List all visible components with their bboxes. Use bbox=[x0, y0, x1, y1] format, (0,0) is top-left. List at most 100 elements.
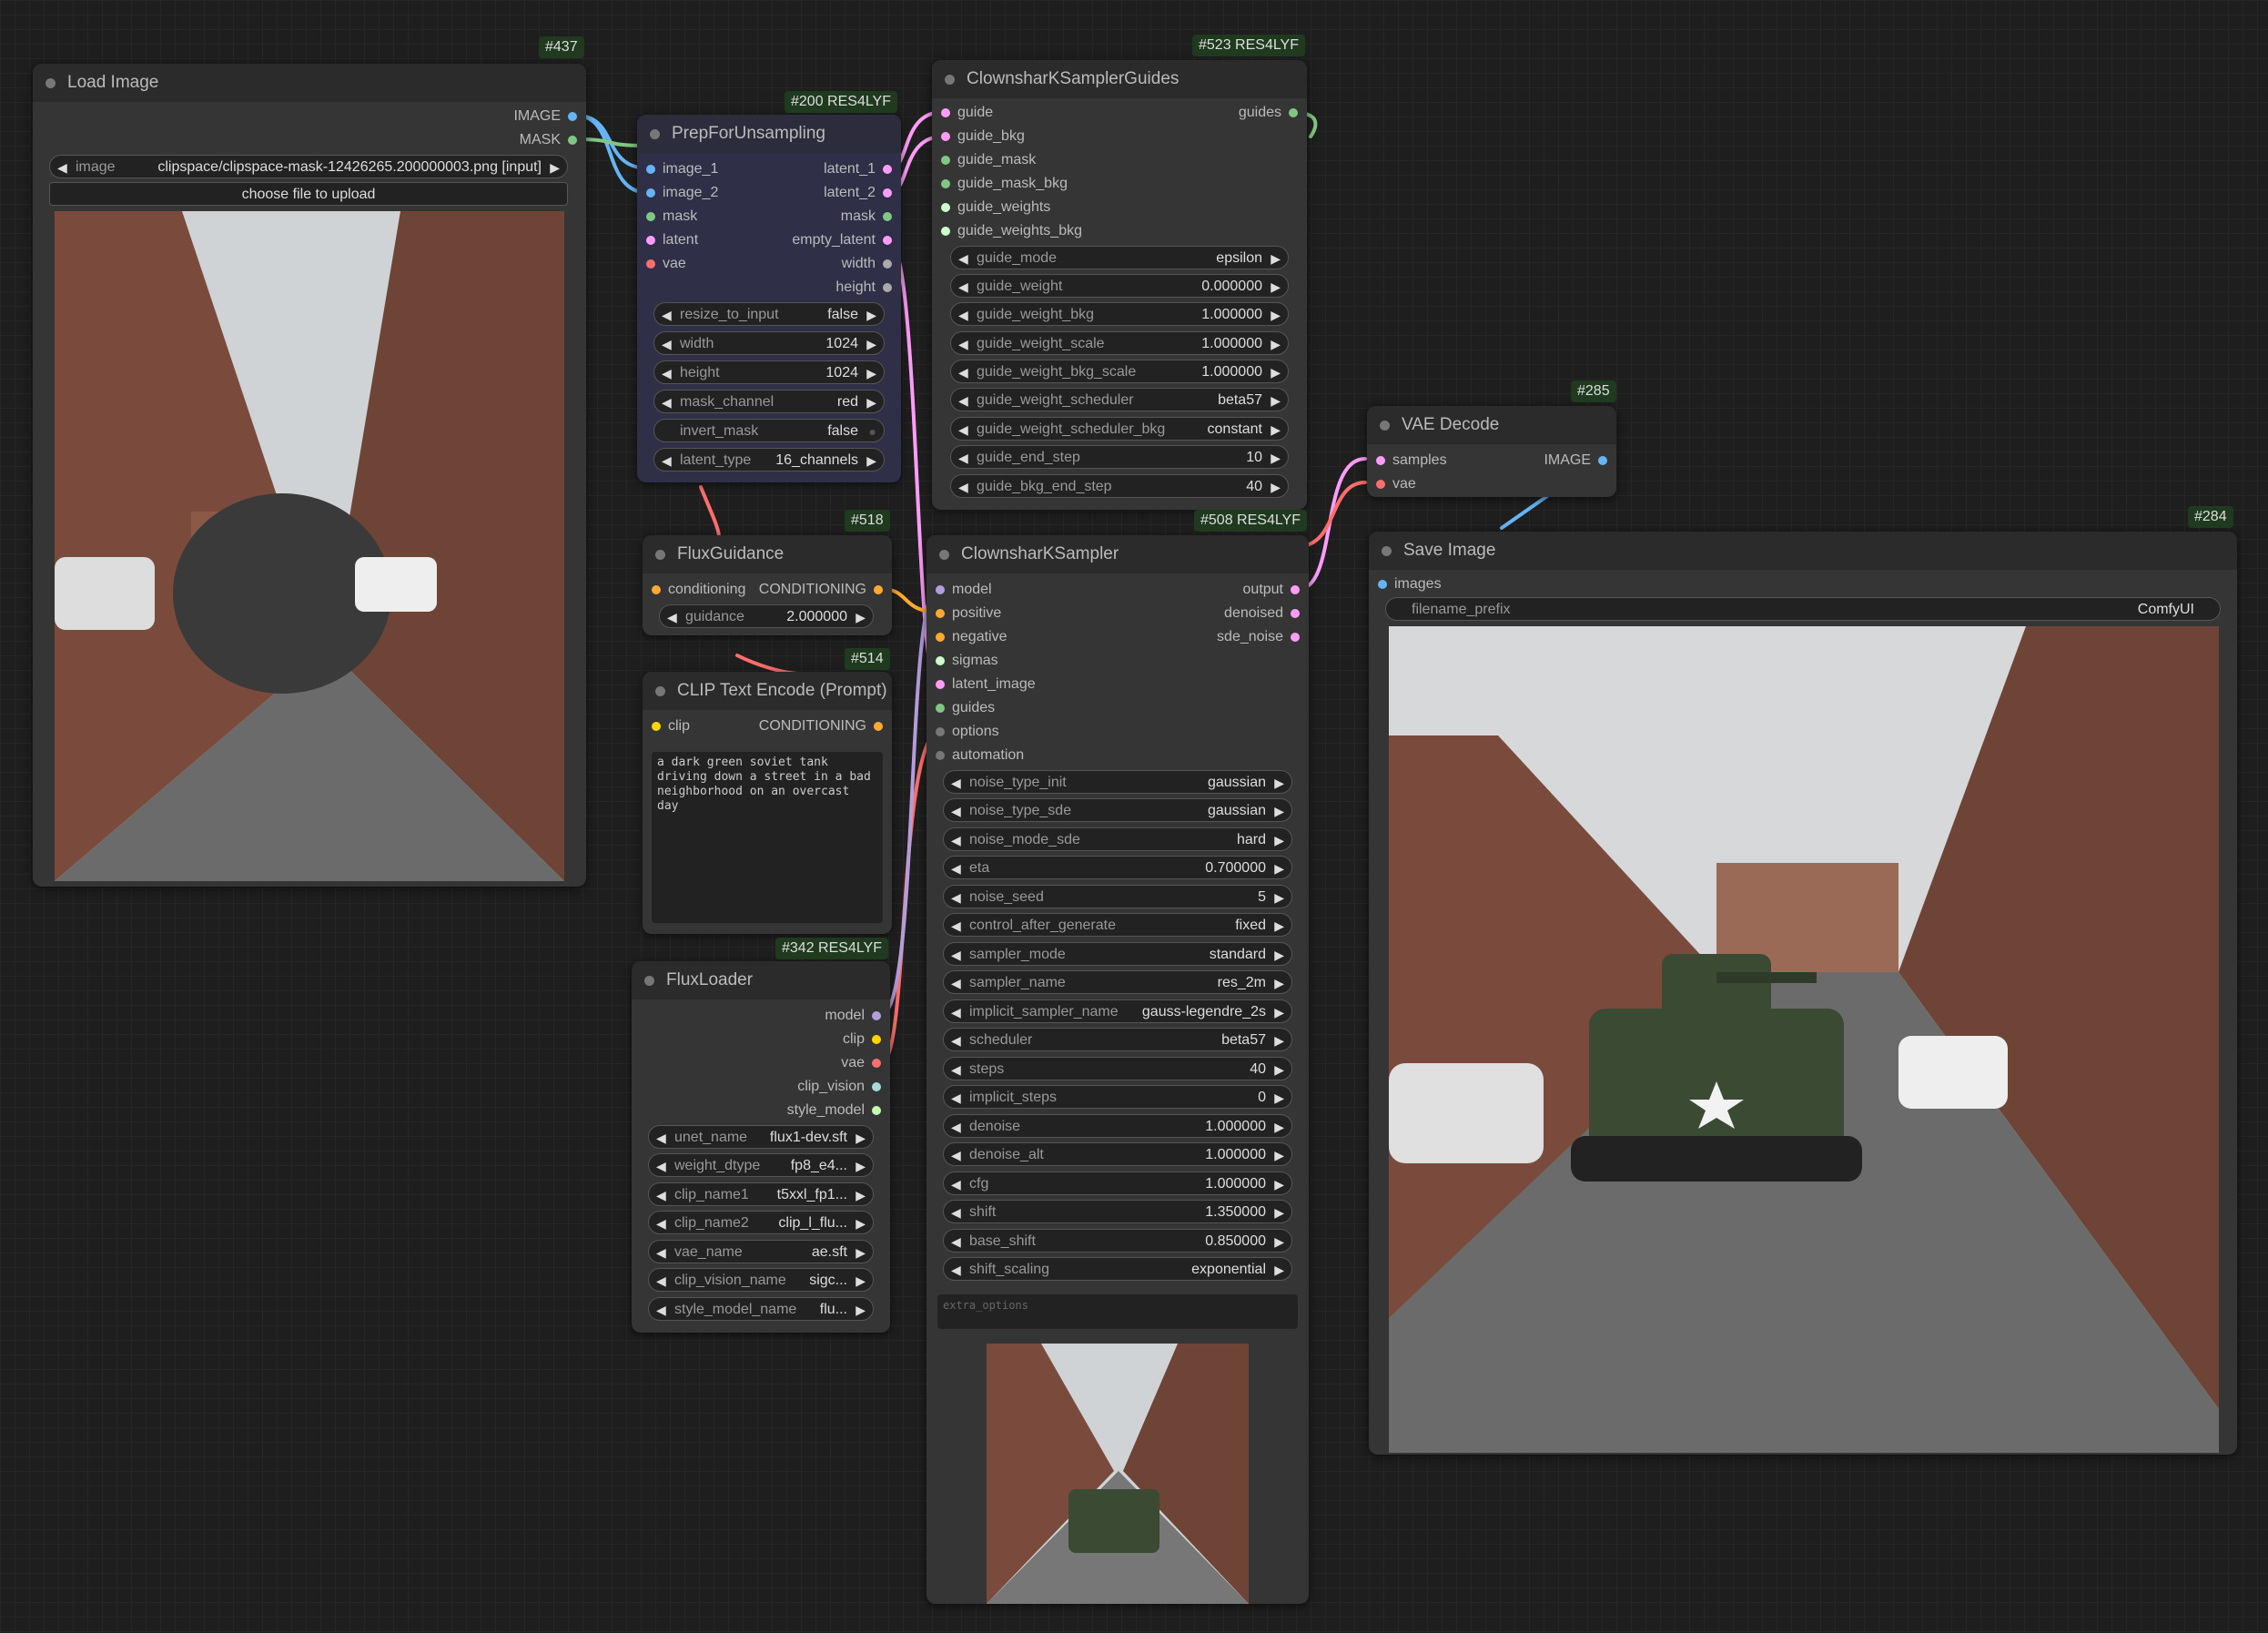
arrow-right-icon[interactable]: ▶ bbox=[1271, 332, 1281, 356]
arrow-left-icon[interactable]: ◀ bbox=[951, 914, 961, 938]
arrow-right-icon[interactable]: ▶ bbox=[1271, 275, 1281, 299]
arrow-right-icon[interactable]: ▶ bbox=[856, 1241, 866, 1264]
input-images[interactable]: images bbox=[1376, 573, 1442, 595]
arrow-right-icon[interactable]: ▶ bbox=[866, 332, 876, 356]
input-latent-image[interactable]: latent_image bbox=[934, 674, 1036, 695]
slot-dot-icon[interactable] bbox=[568, 112, 577, 121]
output-width[interactable]: width bbox=[842, 253, 894, 275]
input-conditioning[interactable]: conditioning bbox=[650, 579, 745, 601]
output-conditioning[interactable]: CONDITIONING bbox=[759, 579, 885, 601]
arrow-left-icon[interactable]: ◀ bbox=[951, 1058, 961, 1081]
input-guide[interactable]: guide bbox=[939, 102, 993, 124]
arrow-right-icon[interactable]: ▶ bbox=[1274, 1000, 1284, 1024]
clip-name2-widget[interactable]: ◀ clip_name2 clip_l_flu... ▶ bbox=[648, 1211, 874, 1234]
slot-dot-icon[interactable] bbox=[941, 132, 950, 141]
arrow-right-icon[interactable]: ▶ bbox=[1274, 886, 1284, 909]
arrow-left-icon[interactable]: ◀ bbox=[958, 275, 968, 299]
input-vae[interactable]: vae bbox=[1374, 473, 1416, 495]
height-widget[interactable]: ◀ height 1024 ▶ bbox=[653, 360, 885, 384]
arrow-left-icon[interactable]: ◀ bbox=[958, 446, 968, 470]
slot-dot-icon[interactable] bbox=[872, 1011, 881, 1020]
input-mask[interactable]: mask bbox=[644, 206, 697, 228]
denoise-widget[interactable]: ◀ denoise 1.000000 ▶ bbox=[943, 1114, 1292, 1138]
slot-dot-icon[interactable] bbox=[872, 1082, 881, 1091]
slot-dot-icon[interactable] bbox=[1291, 609, 1300, 618]
shift-widget[interactable]: ◀ shift 1.350000 ▶ bbox=[943, 1200, 1292, 1223]
noise-type-init-widget[interactable]: ◀ noise_type_init gaussian ▶ bbox=[943, 770, 1292, 794]
output-sde-noise[interactable]: sde_noise bbox=[1217, 626, 1301, 648]
arrow-right-icon[interactable]: ▶ bbox=[856, 1212, 866, 1235]
guide-weight-scheduler-bkg-widget[interactable]: ◀ guide_weight_scheduler_bkg constant ▶ bbox=[950, 417, 1289, 441]
latent-type-widget[interactable]: ◀ latent_type 16_channels ▶ bbox=[653, 448, 885, 472]
noise-type-sde-widget[interactable]: ◀ noise_type_sde gaussian ▶ bbox=[943, 798, 1292, 822]
arrow-right-icon[interactable]: ▶ bbox=[1274, 1201, 1284, 1224]
collapse-dot-icon[interactable] bbox=[655, 686, 665, 696]
style-model-name-widget[interactable]: ◀ style_model_name flu... ▶ bbox=[648, 1297, 874, 1321]
slot-dot-icon[interactable] bbox=[652, 722, 661, 731]
slot-dot-icon[interactable] bbox=[874, 585, 883, 594]
arrow-right-icon[interactable]: ▶ bbox=[550, 156, 560, 179]
collapse-dot-icon[interactable] bbox=[650, 129, 660, 139]
slot-dot-icon[interactable] bbox=[646, 165, 655, 174]
prompt-textarea[interactable]: a dark green soviet tank driving down a … bbox=[652, 752, 883, 923]
node-clip-text-encode[interactable]: CLIP Text Encode (Prompt) clip CONDITION… bbox=[643, 672, 892, 934]
slot-dot-icon[interactable] bbox=[1291, 633, 1300, 642]
arrow-right-icon[interactable]: ▶ bbox=[1274, 1058, 1284, 1081]
collapse-dot-icon[interactable] bbox=[1382, 546, 1392, 556]
node-flux-guidance[interactable]: FluxGuidance conditioning CONDITIONING ◀… bbox=[643, 535, 892, 635]
arrow-left-icon[interactable]: ◀ bbox=[656, 1183, 666, 1207]
vae-name-widget[interactable]: ◀ vae_name ae.sft ▶ bbox=[648, 1240, 874, 1263]
sampler-mode-widget[interactable]: ◀ sampler_mode standard ▶ bbox=[943, 942, 1292, 966]
input-guide-mask-bkg[interactable]: guide_mask_bkg bbox=[939, 173, 1068, 195]
node-vae-decode[interactable]: VAE Decode samples vae IMAGE bbox=[1367, 406, 1616, 497]
scheduler-widget[interactable]: ◀ scheduler beta57 ▶ bbox=[943, 1028, 1292, 1051]
clip-vision-name-widget[interactable]: ◀ clip_vision_name sigc... ▶ bbox=[648, 1268, 874, 1292]
slot-dot-icon[interactable] bbox=[936, 656, 945, 665]
arrow-left-icon[interactable]: ◀ bbox=[656, 1126, 666, 1150]
arrow-right-icon[interactable]: ▶ bbox=[866, 449, 876, 472]
slot-dot-icon[interactable] bbox=[1598, 456, 1607, 465]
arrow-right-icon[interactable]: ▶ bbox=[1274, 1230, 1284, 1253]
output-style-model[interactable]: style_model bbox=[787, 1100, 883, 1121]
implicit-sampler-name-widget[interactable]: ◀ implicit_sampler_name gauss-legendre_2s ▶ bbox=[943, 999, 1292, 1023]
guide-weight-bkg-scale-widget[interactable]: ◀ guide_weight_bkg_scale 1.000000 ▶ bbox=[950, 360, 1289, 383]
slot-dot-icon[interactable] bbox=[883, 236, 892, 245]
arrow-left-icon[interactable]: ◀ bbox=[662, 390, 672, 414]
slot-dot-icon[interactable] bbox=[936, 585, 945, 594]
slot-dot-icon[interactable] bbox=[941, 108, 950, 117]
shift-scaling-widget[interactable]: ◀ shift_scaling exponential ▶ bbox=[943, 1257, 1292, 1281]
arrow-right-icon[interactable]: ▶ bbox=[1274, 857, 1284, 880]
arrow-left-icon[interactable]: ◀ bbox=[951, 799, 961, 823]
arrow-right-icon[interactable]: ▶ bbox=[1274, 1115, 1284, 1139]
slot-dot-icon[interactable] bbox=[936, 633, 945, 642]
slot-dot-icon[interactable] bbox=[941, 227, 950, 236]
input-options[interactable]: options bbox=[934, 721, 999, 743]
node-flux-loader[interactable]: FluxLoader model clip vae clip_vision st… bbox=[632, 961, 890, 1333]
slot-dot-icon[interactable] bbox=[1289, 108, 1298, 117]
arrow-right-icon[interactable]: ▶ bbox=[856, 1183, 866, 1207]
output-clip[interactable]: clip bbox=[843, 1029, 883, 1050]
input-guide-weights[interactable]: guide_weights bbox=[939, 197, 1050, 218]
input-sigmas[interactable]: sigmas bbox=[934, 650, 998, 672]
slot-dot-icon[interactable] bbox=[883, 259, 892, 269]
slot-dot-icon[interactable] bbox=[883, 165, 892, 174]
collapse-dot-icon[interactable] bbox=[655, 550, 665, 560]
arrow-left-icon[interactable]: ◀ bbox=[951, 1172, 961, 1196]
arrow-right-icon[interactable]: ▶ bbox=[1271, 418, 1281, 441]
output-output[interactable]: output bbox=[1243, 579, 1301, 601]
arrow-right-icon[interactable]: ▶ bbox=[1271, 303, 1281, 327]
arrow-left-icon[interactable]: ◀ bbox=[662, 361, 672, 385]
output-denoised[interactable]: denoised bbox=[1224, 603, 1301, 624]
arrow-left-icon[interactable]: ◀ bbox=[667, 605, 677, 629]
arrow-right-icon[interactable]: ▶ bbox=[1271, 247, 1281, 270]
output-vae[interactable]: vae bbox=[841, 1052, 883, 1074]
arrow-left-icon[interactable]: ◀ bbox=[958, 360, 968, 384]
arrow-left-icon[interactable]: ◀ bbox=[951, 943, 961, 967]
arrow-right-icon[interactable]: ▶ bbox=[1274, 914, 1284, 938]
arrow-right-icon[interactable]: ▶ bbox=[1274, 943, 1284, 967]
arrow-left-icon[interactable]: ◀ bbox=[656, 1269, 666, 1293]
slot-dot-icon[interactable] bbox=[936, 704, 945, 713]
arrow-left-icon[interactable]: ◀ bbox=[656, 1212, 666, 1235]
guide-end-step-widget[interactable]: ◀ guide_end_step 10 ▶ bbox=[950, 445, 1289, 469]
guide-weight-bkg-widget[interactable]: ◀ guide_weight_bkg 1.000000 ▶ bbox=[950, 302, 1289, 326]
